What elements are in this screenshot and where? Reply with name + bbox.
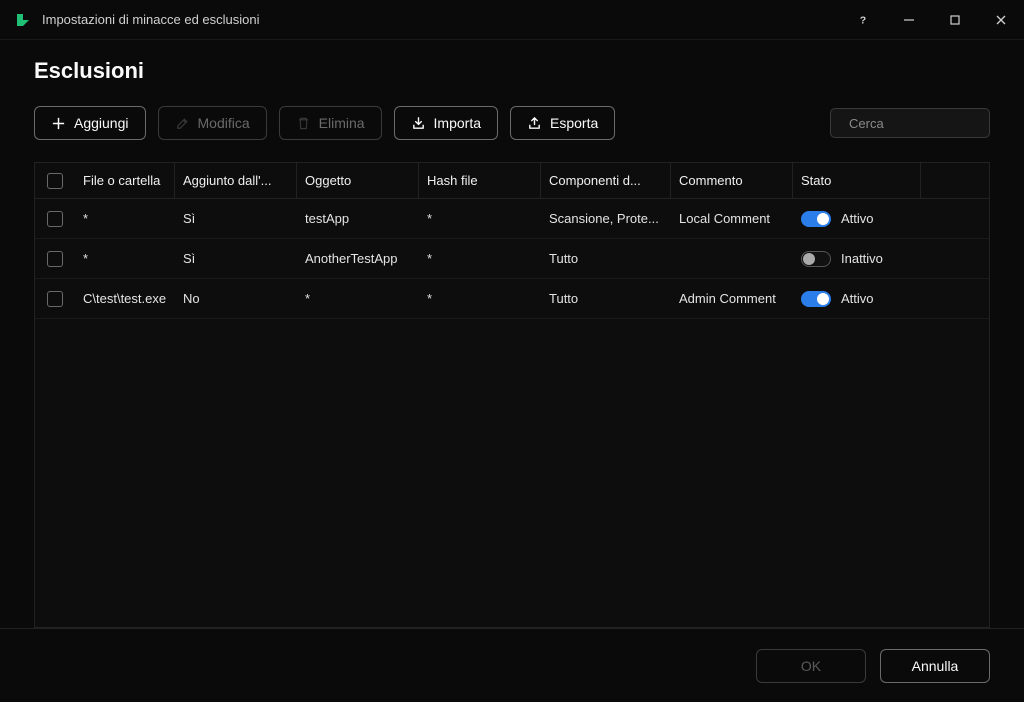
close-button[interactable] — [978, 0, 1024, 40]
cancel-button[interactable]: Annulla — [880, 649, 990, 683]
export-button[interactable]: Esporta — [510, 106, 615, 140]
row-checkbox[interactable] — [47, 211, 63, 227]
row-checkbox[interactable] — [47, 291, 63, 307]
table-row[interactable]: C\test\test.exeNo**TuttoAdmin CommentAtt… — [35, 279, 989, 319]
state-toggle[interactable] — [801, 291, 831, 307]
state-toggle[interactable] — [801, 211, 831, 227]
cell-object: testApp — [297, 199, 419, 238]
ok-button-label: OK — [801, 658, 821, 674]
cell-hash: * — [419, 199, 541, 238]
delete-button-label: Elimina — [319, 115, 365, 131]
app-logo-icon — [14, 11, 32, 29]
cell-object: AnotherTestApp — [297, 239, 419, 278]
col-file[interactable]: File o cartella — [75, 163, 175, 198]
table-body: *SìtestApp*Scansione, Prote...Local Comm… — [35, 199, 989, 627]
toolbar: Aggiungi Modifica Elimina Importa Esport… — [34, 106, 990, 140]
cell-state: Attivo — [793, 199, 921, 238]
export-button-label: Esporta — [550, 115, 598, 131]
row-checkbox[interactable] — [47, 251, 63, 267]
cell-state: Attivo — [793, 279, 921, 318]
window-title: Impostazioni di minacce ed esclusioni — [42, 12, 260, 27]
col-comment[interactable]: Commento — [671, 163, 793, 198]
svg-text:?: ? — [860, 14, 866, 26]
table-header: File o cartella Aggiunto dall'... Oggett… — [35, 163, 989, 199]
search-input[interactable] — [849, 116, 1024, 131]
col-object[interactable]: Oggetto — [297, 163, 419, 198]
plus-icon — [51, 116, 66, 131]
import-button-label: Importa — [434, 115, 481, 131]
state-label: Attivo — [841, 291, 874, 306]
cell-file: * — [75, 199, 175, 238]
table-row[interactable]: *SìAnotherTestApp*TuttoInattivo — [35, 239, 989, 279]
import-icon — [411, 116, 426, 131]
cell-comment — [671, 239, 793, 278]
col-added[interactable]: Aggiunto dall'... — [175, 163, 297, 198]
state-toggle[interactable] — [801, 251, 831, 267]
cell-object: * — [297, 279, 419, 318]
import-button[interactable]: Importa — [394, 106, 498, 140]
edit-button: Modifica — [158, 106, 267, 140]
add-button[interactable]: Aggiungi — [34, 106, 146, 140]
cell-components: Tutto — [541, 239, 671, 278]
titlebar: Impostazioni di minacce ed esclusioni ? — [0, 0, 1024, 40]
select-all-checkbox[interactable] — [47, 173, 63, 189]
page-title: Esclusioni — [34, 58, 990, 84]
search-box[interactable] — [830, 108, 990, 138]
help-button[interactable]: ? — [840, 0, 886, 40]
state-label: Attivo — [841, 211, 874, 226]
edit-button-label: Modifica — [198, 115, 250, 131]
cell-comment: Local Comment — [671, 199, 793, 238]
table-row[interactable]: *SìtestApp*Scansione, Prote...Local Comm… — [35, 199, 989, 239]
add-button-label: Aggiungi — [74, 115, 129, 131]
cell-added: Sì — [175, 199, 297, 238]
cell-state: Inattivo — [793, 239, 921, 278]
footer: OK Annulla — [0, 628, 1024, 702]
cell-hash: * — [419, 279, 541, 318]
maximize-button[interactable] — [932, 0, 978, 40]
cell-file: * — [75, 239, 175, 278]
cancel-button-label: Annulla — [912, 658, 959, 674]
cell-components: Scansione, Prote... — [541, 199, 671, 238]
cell-added: Sì — [175, 239, 297, 278]
cell-components: Tutto — [541, 279, 671, 318]
cell-file: C\test\test.exe — [75, 279, 175, 318]
exclusions-table: File o cartella Aggiunto dall'... Oggett… — [34, 162, 990, 628]
state-label: Inattivo — [841, 251, 883, 266]
pencil-icon — [175, 116, 190, 131]
export-icon — [527, 116, 542, 131]
col-state[interactable]: Stato — [793, 163, 921, 198]
delete-button: Elimina — [279, 106, 382, 140]
cell-added: No — [175, 279, 297, 318]
cell-hash: * — [419, 239, 541, 278]
ok-button: OK — [756, 649, 866, 683]
trash-icon — [296, 116, 311, 131]
cell-comment: Admin Comment — [671, 279, 793, 318]
col-hash[interactable]: Hash file — [419, 163, 541, 198]
minimize-button[interactable] — [886, 0, 932, 40]
col-components[interactable]: Componenti d... — [541, 163, 671, 198]
